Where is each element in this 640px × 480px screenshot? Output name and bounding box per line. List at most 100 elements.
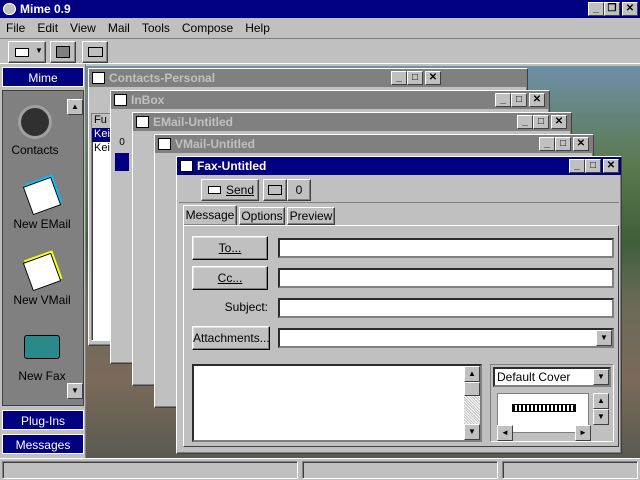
contacts-title-bar[interactable]: Contacts-Personal _ □ ✕ bbox=[89, 69, 527, 87]
fax-window-icon bbox=[180, 160, 193, 172]
sidebar-item-new-email[interactable]: New EMail bbox=[3, 176, 81, 243]
inbox-title: InBox bbox=[131, 93, 165, 107]
menu-bar: File Edit View Mail Tools Compose Help bbox=[0, 19, 640, 37]
scroll-up-button[interactable]: ▲ bbox=[464, 366, 480, 382]
send-button[interactable]: Send bbox=[201, 179, 259, 201]
menu-edit[interactable]: Edit bbox=[31, 19, 64, 37]
cc-field[interactable] bbox=[278, 268, 614, 288]
minimize-button[interactable]: _ bbox=[569, 159, 585, 173]
to-button[interactable]: To... bbox=[192, 236, 268, 260]
tab-options[interactable]: Options bbox=[239, 207, 285, 225]
vmail-window-controls: _ □ ✕ bbox=[539, 137, 589, 151]
scroll-down-button[interactable]: ▼ bbox=[464, 424, 480, 440]
printer-icon bbox=[268, 185, 282, 195]
fax-attach-button[interactable]: 0 bbox=[287, 179, 311, 201]
minimize-button[interactable]: _ bbox=[588, 2, 604, 16]
close-button[interactable]: ✕ bbox=[573, 137, 589, 151]
menu-tools[interactable]: Tools bbox=[136, 19, 176, 37]
message-body[interactable]: ▲ ▼ bbox=[192, 364, 482, 442]
cover-select[interactable]: Default Cover ▼ bbox=[493, 367, 611, 387]
sidebar-item-label: New Fax bbox=[18, 369, 66, 383]
attachments-label: Attachments... bbox=[193, 331, 270, 345]
cover-scroll-up[interactable]: ▲ bbox=[593, 393, 609, 409]
address-book-button[interactable] bbox=[50, 41, 76, 63]
maximize-button[interactable]: □ bbox=[533, 115, 549, 129]
fax-window[interactable]: Fax-Untitled _ □ ✕ Send 0 Message Option… bbox=[176, 156, 622, 454]
menu-help[interactable]: Help bbox=[239, 19, 276, 37]
inbox-window-controls: _ □ ✕ bbox=[495, 93, 545, 107]
maximize-button[interactable]: □ bbox=[511, 93, 527, 107]
restore-button[interactable]: ❐ bbox=[604, 2, 620, 16]
inbox-title-bar[interactable]: InBox _ □ ✕ bbox=[111, 91, 549, 109]
sidebar-header[interactable]: Mime bbox=[2, 67, 84, 87]
close-button[interactable]: ✕ bbox=[425, 71, 441, 85]
minimize-button[interactable]: _ bbox=[539, 137, 555, 151]
fax-print-button[interactable] bbox=[263, 179, 287, 201]
to-field[interactable] bbox=[278, 238, 614, 258]
minimize-button[interactable]: _ bbox=[517, 115, 533, 129]
cover-scroll-down[interactable]: ▼ bbox=[593, 409, 609, 425]
cover-scroll-right[interactable]: ► bbox=[575, 425, 591, 441]
paperclip-icon: 0 bbox=[295, 183, 303, 197]
contacts-window-controls: _ □ ✕ bbox=[391, 71, 441, 85]
messages-button[interactable]: Messages bbox=[2, 434, 84, 454]
status-pane-2 bbox=[302, 461, 498, 479]
contacts-column-header[interactable]: Fu bbox=[92, 114, 112, 128]
attachments-button[interactable]: Attachments... bbox=[192, 326, 270, 350]
tab-preview[interactable]: Preview bbox=[287, 207, 335, 225]
close-button[interactable]: ✕ bbox=[622, 2, 638, 16]
fax-tab-strip: Message Options Preview bbox=[183, 205, 623, 225]
sidebar-item-label: New EMail bbox=[13, 217, 71, 231]
contacts-title: Contacts-Personal bbox=[109, 71, 216, 85]
chevron-down-icon[interactable]: ▼ bbox=[596, 330, 612, 346]
maximize-button[interactable]: □ bbox=[407, 71, 423, 85]
vmail-window-icon bbox=[158, 138, 171, 150]
close-button[interactable]: ✕ bbox=[529, 93, 545, 107]
sidebar-item-label: Contacts bbox=[11, 143, 59, 157]
chevron-down-icon[interactable]: ▼ bbox=[593, 369, 609, 385]
cc-label: Cc... bbox=[217, 271, 243, 285]
sidebar-scroll-up-button[interactable]: ▲ bbox=[67, 99, 83, 115]
sidebar: Mime ▲ ▼ Contacts New EMail New VMail Ne… bbox=[0, 64, 86, 458]
status-pane-1 bbox=[2, 461, 298, 479]
cover-scroll-left[interactable]: ◄ bbox=[497, 425, 513, 441]
new-message-dropdown[interactable]: ▼ bbox=[8, 41, 46, 63]
app-window-controls: _ ❐ ✕ bbox=[588, 2, 638, 16]
email-title-bar[interactable]: EMail-Untitled _ □ ✕ bbox=[133, 113, 571, 131]
fax-toolbar: Send 0 bbox=[179, 177, 619, 203]
vmail-envelope-icon bbox=[22, 252, 62, 292]
close-button[interactable]: ✕ bbox=[603, 159, 619, 173]
envelope-icon bbox=[15, 48, 29, 57]
sidebar-panel: ▲ ▼ Contacts New EMail New VMail New Fax bbox=[2, 90, 84, 406]
menu-compose[interactable]: Compose bbox=[176, 19, 239, 37]
fax-title-bar[interactable]: Fax-Untitled _ □ ✕ bbox=[177, 157, 621, 175]
scroll-thumb[interactable] bbox=[464, 382, 480, 396]
app-title-bar[interactable]: Mime 0.9 _ ❐ ✕ bbox=[0, 0, 640, 18]
address-book-icon bbox=[56, 46, 70, 58]
inbox-selected-row[interactable] bbox=[115, 153, 129, 171]
contacts-row[interactable]: Kei bbox=[92, 142, 112, 156]
subject-field[interactable] bbox=[278, 298, 614, 318]
maximize-button[interactable]: □ bbox=[555, 137, 571, 151]
app-icon bbox=[3, 3, 16, 15]
sidebar-item-new-fax[interactable]: New Fax bbox=[3, 329, 81, 395]
fax-machine-icon bbox=[24, 335, 60, 359]
minimize-button[interactable]: _ bbox=[391, 71, 407, 85]
sidebar-item-contacts[interactable]: Contacts bbox=[3, 101, 67, 167]
menu-file[interactable]: File bbox=[0, 19, 31, 37]
vmail-title: VMail-Untitled bbox=[175, 137, 255, 151]
menu-mail[interactable]: Mail bbox=[102, 19, 136, 37]
minimize-button[interactable]: _ bbox=[495, 93, 511, 107]
cc-button[interactable]: Cc... bbox=[192, 266, 268, 290]
attachments-dropdown[interactable]: ▼ bbox=[278, 328, 614, 348]
close-button[interactable]: ✕ bbox=[551, 115, 567, 129]
maximize-button[interactable]: □ bbox=[585, 159, 601, 173]
inbox-window-icon bbox=[114, 94, 127, 106]
contacts-row-selected[interactable]: Kei bbox=[92, 128, 112, 142]
vmail-title-bar[interactable]: VMail-Untitled _ □ ✕ bbox=[155, 135, 593, 153]
menu-view[interactable]: View bbox=[64, 19, 102, 37]
print-button[interactable] bbox=[82, 41, 108, 63]
tab-message[interactable]: Message bbox=[183, 205, 237, 225]
plugins-button[interactable]: Plug-Ins bbox=[2, 410, 84, 430]
sidebar-item-new-vmail[interactable]: New VMail bbox=[3, 252, 81, 319]
